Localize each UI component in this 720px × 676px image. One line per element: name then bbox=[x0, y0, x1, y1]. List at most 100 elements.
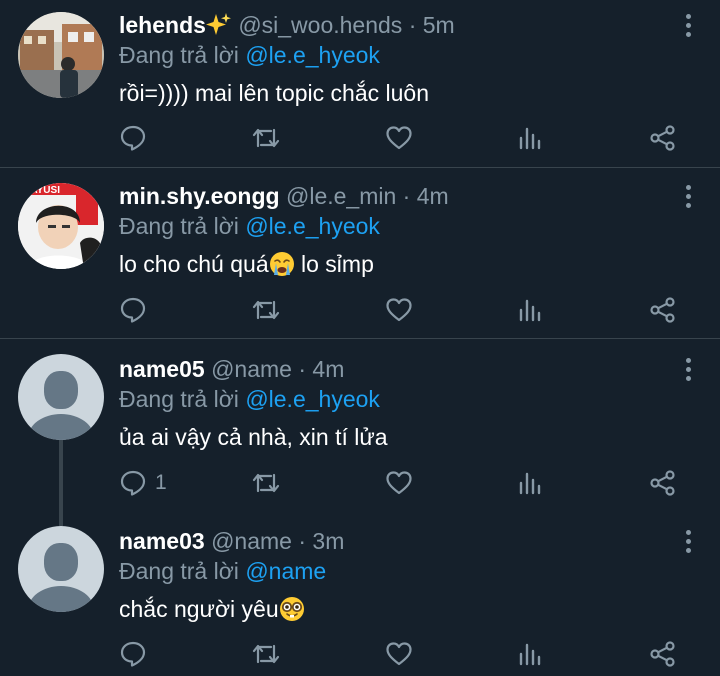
heart-icon bbox=[386, 642, 412, 666]
timestamp[interactable]: 4m bbox=[417, 183, 449, 209]
action-bar bbox=[119, 122, 679, 154]
analytics-button[interactable] bbox=[517, 122, 543, 154]
tweet-text: rồi=)))) mai lên topic chắc luôn bbox=[119, 80, 429, 106]
more-options-icon[interactable] bbox=[684, 14, 692, 40]
display-name[interactable]: lehends bbox=[119, 12, 206, 38]
action-bar bbox=[119, 294, 679, 326]
tweet-text: lo cho chú quá lo sỉmp bbox=[119, 249, 700, 279]
avatar-default[interactable] bbox=[18, 526, 104, 612]
reply-count: 1 bbox=[155, 471, 167, 494]
default-avatar-shoulders bbox=[28, 586, 94, 612]
tweet-text-part: lo cho chú quá bbox=[119, 251, 269, 277]
tweet[interactable]: name05 @name · 4m Đang trả lời @le.e_hye… bbox=[0, 339, 720, 509]
avatar-default[interactable] bbox=[18, 354, 104, 440]
mention-link[interactable]: @le.e_hyeok bbox=[245, 213, 380, 239]
analytics-button[interactable] bbox=[517, 638, 543, 670]
default-avatar-shoulders bbox=[28, 414, 94, 440]
more-options-icon[interactable] bbox=[684, 530, 692, 556]
avatar-photo: MAYUSI bbox=[18, 183, 104, 269]
nerd-face-icon bbox=[279, 596, 304, 621]
heart-icon bbox=[386, 126, 412, 150]
avatar-photo bbox=[18, 12, 104, 98]
tweet-header: name03 @name · 3m bbox=[119, 526, 700, 556]
tweet-text-part: lo sỉmp bbox=[294, 251, 374, 277]
display-name[interactable]: name05 bbox=[119, 356, 205, 382]
display-name[interactable]: min.shy.eongg bbox=[119, 183, 280, 209]
retweet-button[interactable] bbox=[251, 467, 281, 499]
heart-icon bbox=[386, 471, 412, 495]
retweet-button[interactable] bbox=[251, 122, 281, 154]
display-name[interactable]: name03 bbox=[119, 528, 205, 554]
separator: · bbox=[298, 356, 307, 382]
analytics-button[interactable] bbox=[517, 467, 543, 499]
handle[interactable]: @name bbox=[211, 528, 292, 554]
reply-button[interactable]: 1 bbox=[119, 467, 167, 499]
timestamp[interactable]: 4m bbox=[312, 356, 344, 382]
mention-link[interactable]: @le.e_hyeok bbox=[245, 386, 380, 412]
mention-link[interactable]: @name bbox=[245, 558, 326, 584]
handle[interactable]: @si_woo.hends bbox=[238, 12, 402, 38]
heart-icon bbox=[386, 298, 412, 322]
tweet-text-part: chắc người yêu bbox=[119, 596, 279, 622]
share-button[interactable] bbox=[649, 467, 677, 499]
tweet-header: name05 @name · 4m bbox=[119, 354, 700, 384]
avatar-brand-text: MAYUSI bbox=[22, 185, 60, 196]
reply-button[interactable] bbox=[119, 294, 155, 326]
handle[interactable]: @name bbox=[211, 356, 292, 382]
analytics-icon bbox=[519, 472, 541, 495]
replying-label: Đang trả lời bbox=[119, 213, 239, 239]
share-icon bbox=[650, 641, 675, 667]
reply-icon bbox=[120, 297, 146, 323]
replying-label: Đang trả lời bbox=[119, 42, 239, 68]
retweet-icon bbox=[252, 300, 280, 320]
tweet-header: min.shy.eongg @le.e_min · 4m bbox=[119, 181, 700, 211]
sparkles-icon bbox=[205, 12, 231, 35]
share-button[interactable] bbox=[649, 294, 677, 326]
action-bar: 1 bbox=[119, 467, 679, 499]
retweet-icon bbox=[252, 644, 280, 664]
replying-to: Đang trả lời @name bbox=[119, 556, 700, 586]
avatar[interactable]: MAYUSI bbox=[18, 183, 104, 269]
avatar[interactable] bbox=[18, 12, 104, 98]
more-options-icon[interactable] bbox=[684, 185, 692, 211]
share-icon bbox=[650, 470, 675, 496]
separator: · bbox=[298, 528, 307, 554]
mention-link[interactable]: @le.e_hyeok bbox=[245, 42, 380, 68]
like-button[interactable] bbox=[385, 294, 413, 326]
timestamp[interactable]: 3m bbox=[312, 528, 344, 554]
analytics-button[interactable] bbox=[517, 294, 543, 326]
tweet-text: chắc người yêu bbox=[119, 594, 700, 624]
loudly-crying-face-icon bbox=[269, 251, 294, 276]
reply-icon bbox=[120, 470, 146, 496]
retweet-button[interactable] bbox=[251, 294, 281, 326]
share-button[interactable] bbox=[649, 122, 677, 154]
retweet-icon bbox=[252, 128, 280, 148]
replying-to: Đang trả lời @le.e_hyeok bbox=[119, 384, 700, 414]
reply-icon bbox=[120, 125, 146, 151]
analytics-icon bbox=[519, 299, 541, 322]
retweet-button[interactable] bbox=[251, 638, 281, 670]
more-options-icon[interactable] bbox=[684, 358, 692, 384]
replying-label: Đang trả lời bbox=[119, 558, 239, 584]
analytics-icon bbox=[519, 127, 541, 150]
tweet[interactable]: name03 @name · 3m Đang trả lời @name chắ… bbox=[0, 509, 720, 676]
replying-label: Đang trả lời bbox=[119, 386, 239, 412]
like-button[interactable] bbox=[385, 122, 413, 154]
share-icon bbox=[650, 297, 675, 323]
tweet[interactable]: lehends @si_woo.hends · 5m Đang trả lời … bbox=[0, 0, 720, 167]
default-avatar-head bbox=[44, 543, 78, 581]
reply-button[interactable] bbox=[119, 638, 155, 670]
reply-button[interactable] bbox=[119, 122, 155, 154]
tweet-header: lehends @si_woo.hends · 5m bbox=[119, 10, 700, 40]
replying-to: Đang trả lời @le.e_hyeok bbox=[119, 40, 700, 70]
like-button[interactable] bbox=[385, 638, 413, 670]
share-button[interactable] bbox=[649, 638, 677, 670]
handle[interactable]: @le.e_min bbox=[286, 183, 396, 209]
reply-icon bbox=[120, 641, 146, 667]
like-button[interactable] bbox=[385, 467, 413, 499]
timestamp[interactable]: 5m bbox=[423, 12, 455, 38]
tweet[interactable]: MAYUSI min.shy.eongg @le.e_min · 4m Đang… bbox=[0, 168, 720, 338]
tweet-text: ủa ai vậy cả nhà, xin tí lửa bbox=[119, 424, 388, 450]
action-bar bbox=[119, 638, 679, 670]
share-icon bbox=[650, 125, 675, 151]
